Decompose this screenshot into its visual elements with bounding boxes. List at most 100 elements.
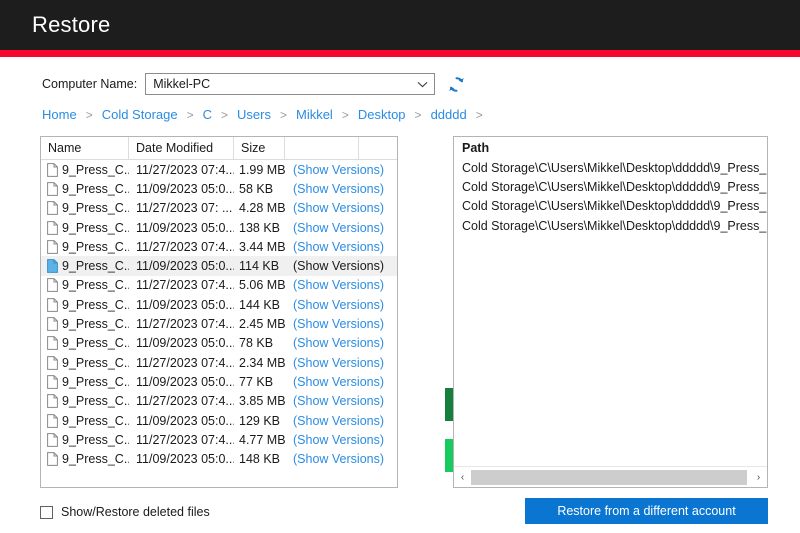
file-name-cell: 9_Press_C... — [41, 414, 129, 428]
breadcrumb-item-desktop[interactable]: Desktop — [358, 107, 406, 122]
file-name-cell: 9_Press_C... — [41, 433, 129, 447]
show-versions-link[interactable]: (Show Versions) — [285, 163, 397, 177]
column-header-date-modified[interactable]: Date Modified — [129, 137, 234, 159]
show-versions-link[interactable]: (Show Versions) — [285, 221, 397, 235]
show-versions-link[interactable]: (Show Versions) — [285, 201, 397, 215]
show-versions-link[interactable]: (Show Versions) — [285, 336, 397, 350]
file-list-row[interactable]: 9_Press_C... 11/09/2023 05:0... 138 KB (Sho… — [41, 218, 397, 237]
scroll-right-icon[interactable]: › — [750, 468, 767, 487]
scrollbar-thumb[interactable] — [471, 469, 748, 485]
show-versions-link[interactable]: (Show Versions) — [285, 298, 397, 312]
path-list-row[interactable]: Cold Storage\C\Users\Mikkel\Desktop\dddd… — [454, 158, 767, 177]
computer-name-value: Mikkel-PC — [153, 77, 211, 91]
scroll-left-icon[interactable]: ‹ — [454, 468, 471, 487]
breadcrumb-item-c[interactable]: C — [203, 107, 212, 122]
file-name-label: 9_Press_C... — [62, 297, 129, 312]
file-name-cell: 9_Press_C... — [41, 317, 129, 331]
column-header-size[interactable]: Size — [234, 137, 285, 159]
file-date-modified-cell: 11/27/2023 07: ... — [136, 201, 233, 216]
breadcrumb-separator: > — [279, 107, 287, 122]
breadcrumb: Home > Cold Storage > C > Users > Mikkel > Desktop… — [0, 107, 800, 122]
file-list-row[interactable]: 9_Press_C... 11/09/2023 05:0... 58 KB (Show… — [41, 179, 397, 198]
file-list-row[interactable]: 9_Press_C... 11/27/2023 07:4... 4.77 MB (Sh… — [41, 430, 397, 449]
file-list-row[interactable]: 9_Press_C... 11/27/2023 07: ... 4.28 MB (Sh… — [41, 199, 397, 218]
file-list-row[interactable]: 9_Press_C... 11/09/2023 05:0... 129 KB (Sho… — [41, 411, 397, 430]
path-list-body[interactable]: Cold Storage\C\Users\Mikkel\Desktop\dddd… — [454, 158, 767, 466]
file-name-label: 9_Press_C... — [62, 239, 129, 254]
file-date-modified-cell: 11/27/2023 07:4... — [136, 355, 234, 370]
file-name-label: 9_Press_C... — [62, 394, 129, 409]
checkbox-label: Show/Restore deleted files — [61, 505, 210, 519]
scrollbar-track[interactable] — [471, 467, 750, 487]
file-name-cell: 9_Press_C... — [41, 452, 129, 466]
file-name-cell: 9_Press_C... — [41, 278, 129, 292]
restore-from-different-account-button[interactable]: Restore from a different account — [525, 498, 768, 524]
file-icon — [47, 239, 58, 254]
breadcrumb-item-mikkel[interactable]: Mikkel — [296, 107, 333, 122]
file-date-modified-cell: 11/27/2023 07:4... — [136, 162, 234, 177]
file-name-label: 9_Press_C... — [62, 220, 129, 235]
column-header-versions[interactable] — [285, 137, 359, 159]
refresh-icon[interactable] — [446, 74, 466, 94]
file-list-row[interactable]: 9_Press_C... 11/27/2023 07:4... 1.99 MB (Sh… — [41, 160, 397, 179]
file-list-row[interactable]: 9_Press_C... 11/09/2023 05:0... 148 KB (Sho… — [41, 449, 397, 468]
breadcrumb-separator: > — [414, 107, 422, 122]
file-size-cell: 78 KB — [239, 336, 274, 351]
file-name-cell: 9_Press_C... — [41, 163, 129, 177]
file-size-cell: 148 KB — [239, 452, 281, 467]
file-list-row[interactable]: 9_Press_C... 11/27/2023 07:4... 2.45 MB (Sh… — [41, 314, 397, 333]
file-name-label: 9_Press_C... — [62, 162, 129, 177]
column-header-name[interactable]: Name — [41, 137, 129, 159]
title-bar: Restore — [0, 0, 800, 50]
show-versions-link[interactable]: (Show Versions) — [285, 259, 397, 273]
file-date-modified-cell: 11/27/2023 07:4... — [136, 278, 234, 293]
show-versions-link[interactable]: (Show Versions) — [285, 278, 397, 292]
file-name-cell: 9_Press_C... — [41, 182, 129, 196]
file-name-cell: 9_Press_C... — [41, 221, 129, 235]
path-list-row[interactable]: Cold Storage\C\Users\Mikkel\Desktop\dddd… — [454, 197, 767, 216]
file-name-cell: 9_Press_C... — [41, 356, 129, 370]
breadcrumb-item-users[interactable]: Users — [237, 107, 271, 122]
show-versions-link[interactable]: (Show Versions) — [285, 452, 397, 466]
file-list-row[interactable]: 9_Press_C... 11/09/2023 05:0... 78 KB (Show… — [41, 334, 397, 353]
show-versions-link[interactable]: (Show Versions) — [285, 433, 397, 447]
breadcrumb-separator: > — [85, 107, 93, 122]
column-header-path: Path — [462, 140, 490, 155]
file-date-modified-cell: 11/09/2023 05:0... — [136, 259, 234, 274]
show-restore-deleted-files-checkbox[interactable]: Show/Restore deleted files — [40, 505, 210, 519]
breadcrumb-item-ddddd[interactable]: ddddd — [431, 107, 467, 122]
show-versions-link[interactable]: (Show Versions) — [285, 317, 397, 331]
show-versions-link[interactable]: (Show Versions) — [285, 394, 397, 408]
breadcrumb-separator: > — [186, 107, 194, 122]
show-versions-link[interactable]: (Show Versions) — [285, 414, 397, 428]
file-icon — [47, 375, 58, 389]
file-list-row[interactable]: 9_Press_C... 11/27/2023 07:4... 3.44 MB (Sh… — [41, 237, 397, 256]
checkbox-box[interactable] — [40, 505, 53, 519]
file-date-modified-cell: 11/09/2023 05:0... — [136, 374, 234, 389]
path-list-row[interactable]: Cold Storage\C\Users\Mikkel\Desktop\dddd… — [454, 216, 767, 235]
breadcrumb-separator: > — [341, 107, 349, 122]
breadcrumb-item-home[interactable]: Home — [42, 107, 77, 122]
show-versions-link[interactable]: (Show Versions) — [285, 375, 397, 389]
file-list-row[interactable]: 9_Press_C... 11/27/2023 07:4... 2.34 MB (Sh… — [41, 353, 397, 372]
file-list-body[interactable]: 9_Press_C... 11/27/2023 07:4... 1.99 MB (Sh… — [41, 160, 397, 487]
show-versions-link[interactable]: (Show Versions) — [285, 240, 397, 254]
show-versions-link[interactable]: (Show Versions) — [285, 356, 397, 370]
file-name-label: 9_Press_C... — [62, 413, 129, 428]
file-list-row[interactable]: 9_Press_C... 11/27/2023 07:4... 5.06 MB (Sh… — [41, 276, 397, 295]
show-versions-link[interactable]: (Show Versions) — [285, 182, 397, 196]
file-date-modified-cell: 11/09/2023 05:0... — [136, 181, 234, 196]
file-list-row[interactable]: 9_Press_C... 11/09/2023 05:0... 77 KB (Show… — [41, 372, 397, 391]
computer-name-select[interactable]: Mikkel-PC — [145, 73, 436, 95]
file-list-row[interactable]: 9_Press_C... 11/27/2023 07:4... 3.85 MB (Sh… — [41, 392, 397, 411]
file-icon — [47, 355, 58, 370]
file-list-row[interactable]: 9_Press_C... 11/09/2023 05:0... 144 KB (Sho… — [41, 295, 397, 314]
path-list-panel: Path Cold Storage\C\Users\Mikkel\Desktop… — [453, 136, 768, 488]
path-list-horizontal-scrollbar[interactable]: ‹ › — [454, 466, 767, 487]
file-icon — [47, 201, 58, 216]
path-list-row[interactable]: Cold Storage\C\Users\Mikkel\Desktop\dddd… — [454, 177, 767, 196]
file-size-cell: 5.06 MB — [239, 278, 285, 293]
file-icon — [47, 336, 58, 351]
breadcrumb-item-cold-storage[interactable]: Cold Storage — [102, 107, 178, 122]
file-list-row[interactable]: 9_Press_C... 11/09/2023 05:0... 114 KB (Sho… — [41, 256, 397, 276]
